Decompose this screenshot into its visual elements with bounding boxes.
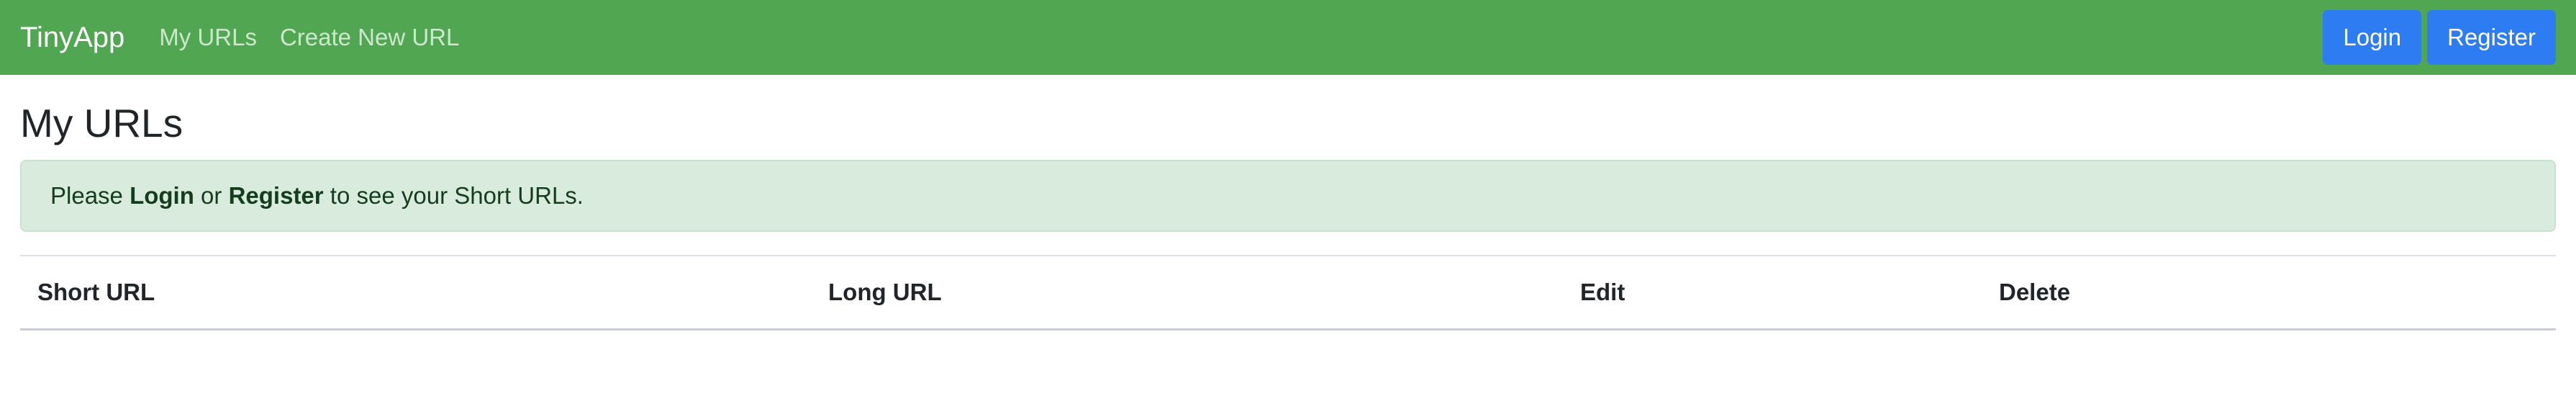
- urls-table: Short URL Long URL Edit Delete: [20, 255, 2556, 330]
- main-content: My URLs Please Login or Register to see …: [0, 99, 2576, 330]
- column-header-short-url: Short URL: [37, 279, 155, 305]
- alert-login-text: Login: [130, 182, 194, 209]
- nav-link-create-new-url[interactable]: Create New URL: [280, 24, 459, 51]
- alert-prefix: Please: [50, 182, 130, 209]
- nav-link-my-urls[interactable]: My URLs: [159, 24, 257, 51]
- top-navbar: TinyApp My URLs Create New URL Login Reg…: [0, 0, 2576, 75]
- login-alert: Please Login or Register to see your Sho…: [20, 160, 2556, 232]
- column-header-long-url: Long URL: [828, 279, 942, 305]
- column-header-delete: Delete: [1999, 279, 2071, 305]
- login-button[interactable]: Login: [2323, 10, 2422, 65]
- alert-suffix: to see your Short URLs.: [323, 182, 584, 209]
- alert-register-text: Register: [228, 182, 324, 209]
- page-title: My URLs: [20, 101, 183, 145]
- alert-middle: or: [194, 182, 229, 209]
- brand-logo[interactable]: TinyApp: [20, 22, 124, 54]
- register-button[interactable]: Register: [2427, 10, 2556, 65]
- column-header-edit: Edit: [1580, 279, 1625, 305]
- auth-buttons: Login Register: [2323, 10, 2556, 65]
